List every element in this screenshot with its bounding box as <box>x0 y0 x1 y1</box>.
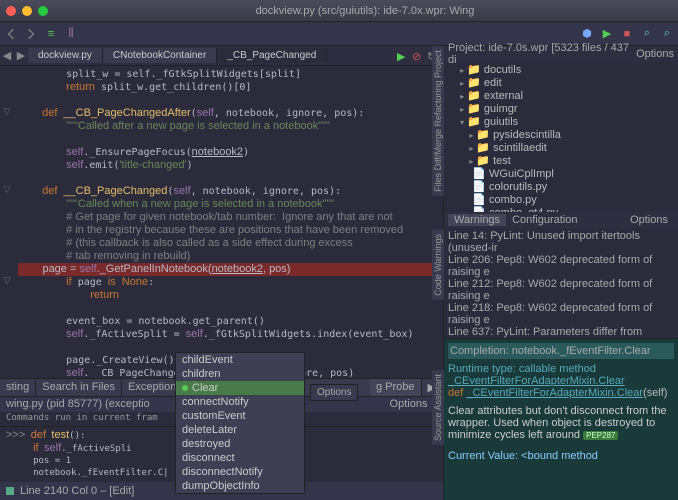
warning-item[interactable]: Line 218: Pep8: W602 deprecated form of … <box>448 302 674 326</box>
runtime-type: Runtime type: callable method <box>448 363 596 375</box>
popup-item[interactable]: destroyed <box>176 437 304 451</box>
stop2-icon[interactable]: ⊘ <box>412 50 424 62</box>
tab-cbpagechanged[interactable]: _CB_PageChanged <box>217 48 327 63</box>
tree-node[interactable]: ▸📁 test <box>448 155 674 168</box>
class-link[interactable]: _CEventFilterForAdapterMixin.Clear <box>448 375 625 387</box>
warning-item[interactable]: Line 637: PyLint: Parameters differ from… <box>448 326 674 338</box>
search2-icon[interactable]: ⌕ <box>660 27 674 41</box>
tree-node[interactable]: ▸📁 external <box>448 90 674 103</box>
popup-item[interactable]: Clear <box>176 381 304 395</box>
completion-label: Completion: notebook._fEventFilter.Clear <box>448 343 674 359</box>
source-assistant: Completion: notebook._fEventFilter.Clear… <box>444 338 678 500</box>
minimize-window[interactable] <box>22 6 32 16</box>
search-icon[interactable]: ⌕ <box>640 27 654 41</box>
warnings-list[interactable]: Line 14: PyLint: Unused import itertools… <box>444 228 678 338</box>
current-value: Current Value: <bound method <box>448 450 674 462</box>
zoom-window[interactable] <box>38 6 48 16</box>
tree-node[interactable]: ▾📁 guiutils <box>448 116 674 129</box>
sig-args: (self) <box>643 387 667 399</box>
play-icon[interactable]: ▶ <box>600 27 614 41</box>
bug-icon[interactable]: ⬢ <box>580 27 594 41</box>
btab-1[interactable]: Search in Files <box>36 379 122 396</box>
vtab-warnings[interactable]: Code Warnings <box>432 230 444 300</box>
sig-def: def <box>448 387 466 399</box>
vtab-assistant[interactable]: Source Assistant <box>432 370 444 445</box>
window-title: dockview.py (src/guiutils): ide-7.0x.wpr… <box>58 5 672 17</box>
popup-item[interactable]: connectNotify <box>176 395 304 409</box>
status-indicator-icon <box>6 487 14 495</box>
warning-item[interactable]: Line 212: Pep8: W602 deprecated form of … <box>448 278 674 302</box>
editor-tabs: ◀ ▶ dockview.py CNotebookContainer _CB_P… <box>0 46 443 66</box>
warnings-options[interactable]: Options <box>624 214 674 226</box>
tab-dockview[interactable]: dockview.py <box>28 48 103 63</box>
popup-item[interactable]: children <box>176 367 304 381</box>
spectrum-icon[interactable]: ⫼ <box>64 27 78 41</box>
warning-item[interactable]: Line 14: PyLint: Unused import itertools… <box>448 230 674 254</box>
warning-item[interactable]: Line 206: Pep8: W602 deprecated form of … <box>448 254 674 278</box>
gutter: ▽ ▽ ▽ ▽ <box>0 66 14 378</box>
tree-node[interactable]: ▸📁 pysidescintilla <box>448 129 674 142</box>
probe-tab[interactable]: g Probe <box>370 379 422 396</box>
warnings-tab[interactable]: Warnings <box>448 214 506 226</box>
tab-cnotebook[interactable]: CNotebookContainer <box>103 48 217 63</box>
bars-icon[interactable]: ≡ <box>44 27 58 41</box>
popup-item[interactable]: customEvent <box>176 409 304 423</box>
popup-item[interactable]: disconnect <box>176 451 304 465</box>
config-tab[interactable]: Configuration <box>506 214 583 226</box>
close-window[interactable] <box>6 6 16 16</box>
popup-options[interactable]: Options <box>310 384 358 401</box>
nav-fwd-icon[interactable] <box>24 27 38 41</box>
vtab-project[interactable]: Files Diff/Merge Refactoring Project <box>432 46 444 196</box>
popup-item[interactable]: disconnectNotify <box>176 465 304 479</box>
project-tree[interactable]: ▸📁 docutils ▸📁 edit ▸📁 external ▸📁 guimg… <box>444 62 678 212</box>
tree-node[interactable]: ▸📁 scintillaedit <box>448 142 674 155</box>
code-editor[interactable]: split_w = self._fGtkSplitWidgets[split] … <box>14 66 443 378</box>
btab-0[interactable]: sting <box>0 379 36 396</box>
tab-left-icon[interactable]: ◀ <box>0 49 14 62</box>
stop-icon[interactable]: ■ <box>620 27 634 41</box>
tree-node[interactable]: ▸📁 edit <box>448 77 674 90</box>
nav-back-icon[interactable] <box>4 27 18 41</box>
pep-badge: PEP287 <box>583 431 618 440</box>
tree-node[interactable]: ▸📁 guimgr <box>448 103 674 116</box>
project-options[interactable]: Options <box>636 48 674 60</box>
tab-right-icon[interactable]: ▶ <box>14 49 28 62</box>
status-position: Line 2140 Col 0 – [Edit] <box>20 485 134 497</box>
sig-fn[interactable]: _CEventFilterForAdapterMixin.Clear <box>466 387 643 399</box>
console-path: wing.py (pid 85777) (exceptio <box>6 398 150 411</box>
tree-node[interactable]: 📄 WGuiCplImpl <box>448 168 674 181</box>
tree-node[interactable]: 📄 colorutils.py <box>448 181 674 194</box>
tree-node[interactable]: 📄 combo.py <box>448 194 674 207</box>
popup-item[interactable]: childEvent <box>176 353 304 367</box>
tree-node[interactable]: ▸📁 docutils <box>448 64 674 77</box>
run-icon[interactable]: ▶ <box>397 50 409 62</box>
popup-item[interactable]: deleteLater <box>176 423 304 437</box>
probe-options[interactable]: Options <box>390 398 428 411</box>
popup-item[interactable]: dumpObjectInfo <box>176 479 304 493</box>
assist-desc: Clear attributes but don't disconnect fr… <box>448 405 667 441</box>
completion-popup[interactable]: childEventchildrenClearconnectNotifycust… <box>175 352 305 494</box>
